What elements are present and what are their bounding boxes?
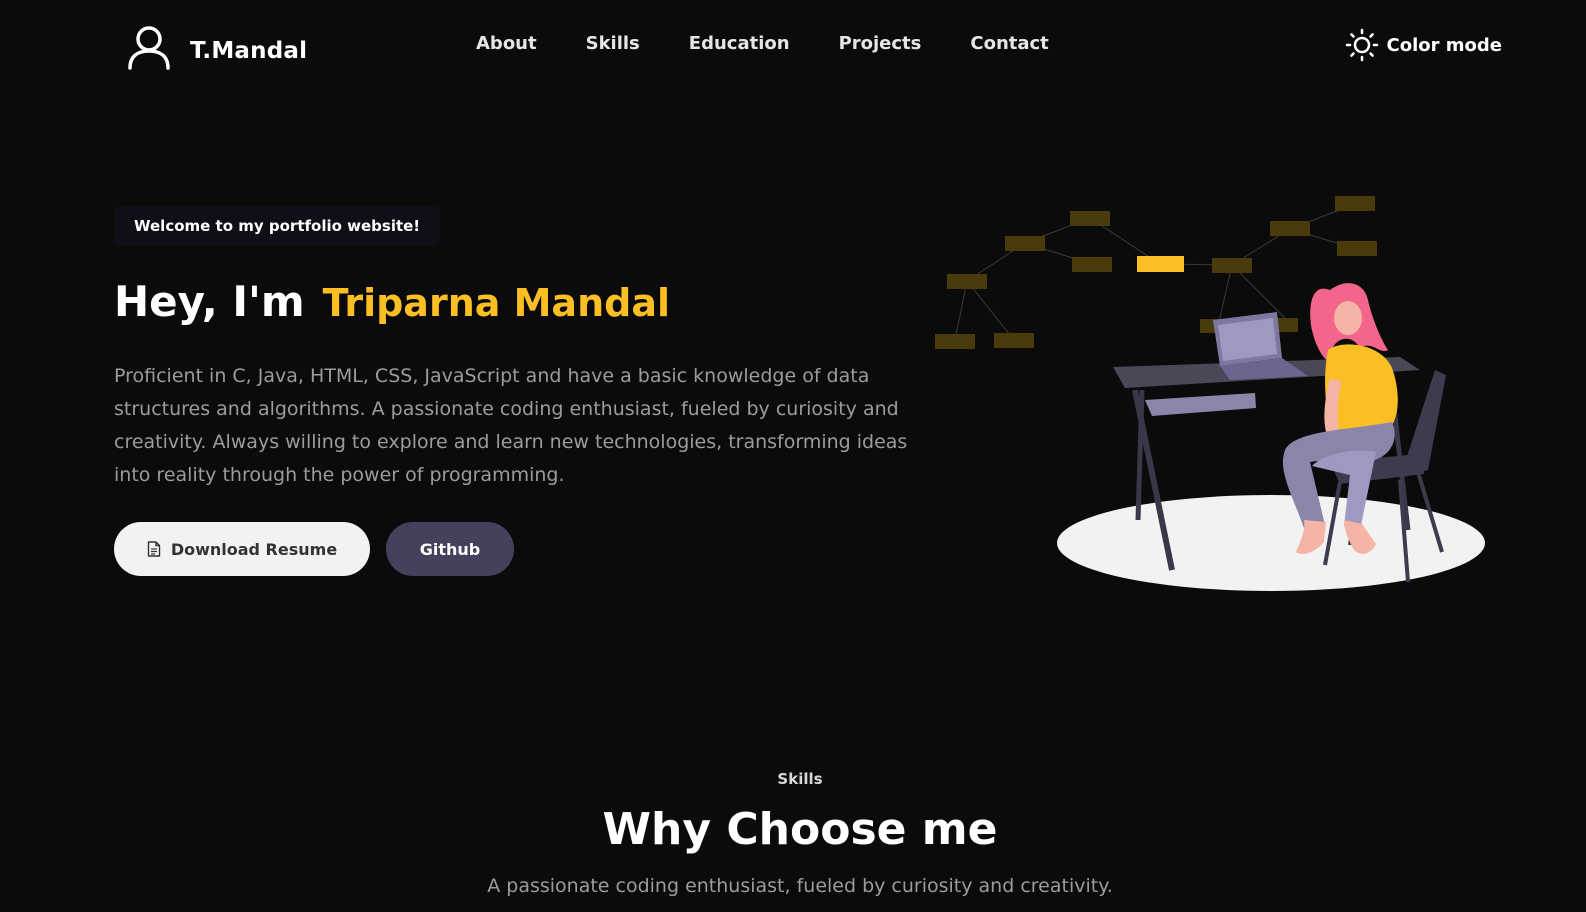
top-navbar: T.Mandal About Skills Education Projects…	[0, 0, 1586, 100]
nav-link-projects[interactable]: Projects	[839, 33, 922, 54]
nav-link-about[interactable]: About	[476, 33, 537, 54]
nav-link-skills[interactable]: Skills	[586, 33, 640, 54]
brand-name: T.Mandal	[190, 38, 308, 64]
brand-logo[interactable]: T.Mandal	[126, 24, 307, 70]
portfolio-page: T.Mandal About Skills Education Projects…	[0, 0, 1586, 912]
download-resume-label: Download Resume	[170, 539, 338, 559]
color-mode-label: Color mode	[1386, 34, 1502, 56]
github-button[interactable]: Github	[386, 522, 514, 576]
floor-ellipse	[1057, 495, 1485, 591]
network-nodes	[935, 196, 1377, 349]
download-resume-button[interactable]: Download Resume	[114, 522, 370, 576]
section-eyebrow: Skills	[777, 770, 823, 788]
main-nav: About Skills Education Projects Contact	[476, 33, 1098, 54]
section-title: Why Choose me	[602, 804, 998, 855]
hero-illustration	[935, 196, 1485, 591]
section-subtitle: A passionate coding enthusiast, fueled b…	[487, 875, 1113, 897]
hero-description: Proficient in C, Java, HTML, CSS, JavaSc…	[114, 365, 908, 486]
user-icon	[128, 26, 170, 70]
hero-name: Triparna Mandal	[322, 281, 670, 325]
welcome-badge: Welcome to my portfolio website!	[114, 206, 441, 246]
hero-greeting: Hey, I'm	[114, 277, 305, 326]
nav-link-contact[interactable]: Contact	[970, 33, 1048, 54]
document-icon	[147, 541, 161, 557]
sun-icon	[1345, 28, 1378, 62]
color-mode-toggle[interactable]: Color mode	[1345, 28, 1502, 62]
nav-link-education[interactable]: Education	[689, 33, 790, 54]
active-node	[1137, 256, 1184, 272]
hero-title: Hey, I'm Triparna Mandal	[114, 274, 670, 331]
